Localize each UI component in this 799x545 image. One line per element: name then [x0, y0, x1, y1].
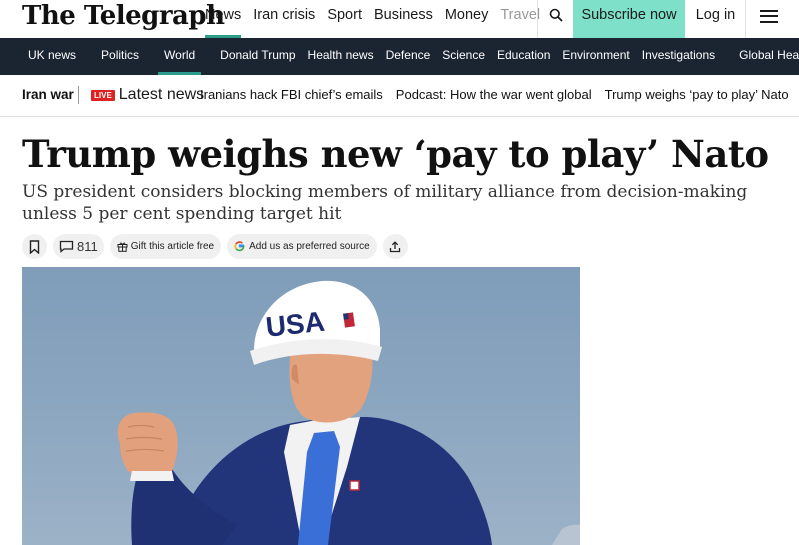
gift-icon — [117, 242, 128, 252]
nav-item-news[interactable]: News — [199, 0, 247, 38]
telegraph-logo[interactable]: The Telegraph — [22, 0, 225, 32]
article-headline: Trump weighs new ‘pay to play’ Nato — [22, 132, 769, 176]
preferred-source-button[interactable]: Add us as preferred source — [227, 234, 377, 259]
subscribe-button[interactable]: Subscribe now — [573, 0, 685, 38]
section-item-donald-trump[interactable]: Donald Trump — [214, 38, 301, 75]
comment-count: 811 — [77, 239, 98, 254]
menu-button[interactable] — [748, 0, 790, 38]
topic-divider — [78, 86, 79, 104]
section-item-global-health[interactable]: Global Hea — [733, 38, 799, 75]
section-item-defence[interactable]: Defence — [380, 38, 437, 75]
section-item-environment[interactable]: Environment — [556, 38, 635, 75]
preferred-source-label: Add us as preferred source — [249, 241, 370, 252]
section-item-world[interactable]: World — [158, 38, 202, 75]
live-badge: LIVE — [91, 89, 115, 101]
section-item-science[interactable]: Science — [436, 38, 491, 75]
nav-item-sport[interactable]: Sport — [321, 0, 368, 38]
search-icon — [549, 8, 563, 22]
topic-links: Iranians hack FBI chief’s emails Podcast… — [200, 75, 799, 115]
topic-link-latest-news[interactable]: Latest news — [119, 75, 204, 115]
live-indicator: LIVE Latest news — [91, 75, 217, 115]
google-g-icon — [234, 241, 245, 252]
topic-link-fbi-emails[interactable]: Iranians hack FBI chief’s emails — [200, 75, 383, 115]
section-nav: UK news Politics World Donald Trump Heal… — [0, 38, 799, 75]
topic-label[interactable]: Iran war — [22, 75, 74, 115]
topic-link-pay-to-play[interactable]: Trump weighs ‘pay to play’ Nato — [605, 75, 789, 115]
comment-icon — [59, 240, 74, 253]
bookmark-icon — [29, 239, 40, 254]
gift-article-button[interactable]: Gift this article free — [109, 234, 222, 259]
article-standfirst: US president considers blocking members … — [22, 182, 748, 224]
search-button[interactable] — [537, 0, 573, 38]
section-item-education[interactable]: Education — [491, 38, 556, 75]
nav-item-money[interactable]: Money — [439, 0, 495, 38]
share-icon — [390, 240, 401, 252]
share-button[interactable] — [382, 234, 408, 259]
section-item-health-news[interactable]: Health news — [302, 38, 380, 75]
article-actions: 811 Gift this article free Add us as pre… — [22, 234, 414, 259]
nav-item-iran-crisis[interactable]: Iran crisis — [247, 0, 321, 38]
topic-link-podcast[interactable]: Podcast: How the war went global — [396, 75, 592, 115]
article-hero-image: USA — [22, 267, 580, 545]
section-item-politics[interactable]: Politics — [95, 38, 145, 75]
nav-item-business[interactable]: Business — [368, 0, 439, 38]
hamburger-menu-icon — [760, 9, 778, 23]
cap-text: USA — [264, 306, 326, 343]
primary-nav: News Iran crisis Sport Business Money Tr… — [199, 0, 546, 38]
hero-illustration: USA — [117, 280, 580, 545]
gift-article-label: Gift this article free — [130, 241, 215, 252]
comments-button[interactable]: 811 — [53, 234, 104, 259]
top-bar: The Telegraph News Iran crisis Sport Bus… — [0, 0, 799, 38]
login-button[interactable]: Log in — [686, 0, 746, 38]
bookmark-button[interactable] — [22, 234, 47, 259]
section-item-uk-news[interactable]: UK news — [22, 38, 82, 75]
section-item-investigations[interactable]: Investigations — [636, 38, 721, 75]
topic-strip: Iran war LIVE Latest news Iranians hack … — [0, 75, 799, 117]
